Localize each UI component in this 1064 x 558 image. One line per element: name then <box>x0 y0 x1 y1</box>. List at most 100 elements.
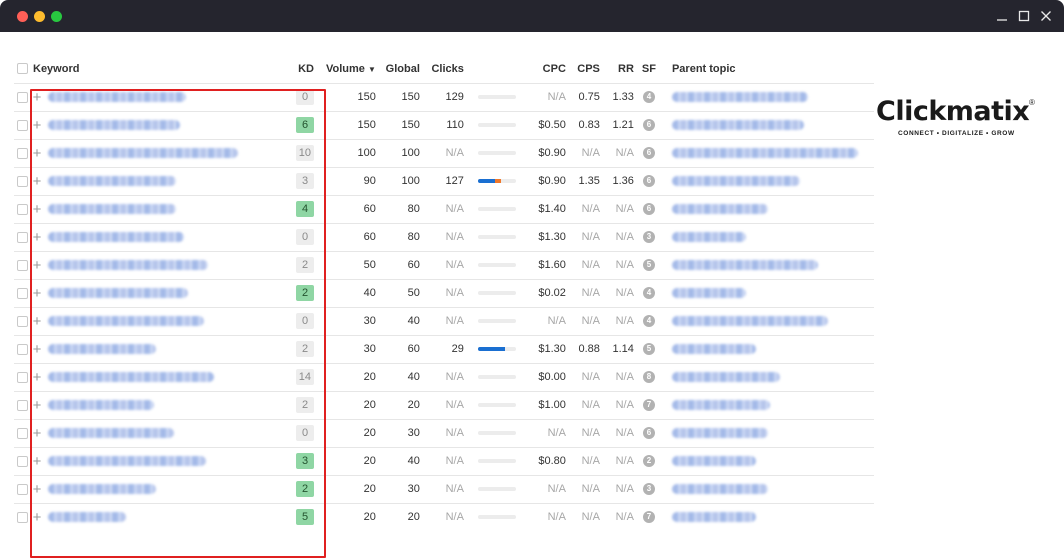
add-keyword-icon[interactable]: + <box>30 502 44 531</box>
table-row[interactable]: +2 40 50 N/A $0.02 N/A N/A 4 <box>14 278 874 307</box>
keyword-link[interactable] <box>44 222 290 251</box>
parent-topic-link[interactable] <box>659 82 874 111</box>
table-row[interactable]: +5 20 20 N/A N/A N/A N/A 7 <box>14 502 874 531</box>
sf-cell[interactable]: 8 <box>637 362 660 391</box>
add-keyword-icon[interactable]: + <box>30 222 44 251</box>
table-row[interactable]: +0 60 80 N/A $1.30 N/A N/A 3 <box>14 222 874 251</box>
add-keyword-icon[interactable]: + <box>30 334 44 363</box>
sf-cell[interactable]: 7 <box>637 502 660 531</box>
sf-cell[interactable]: 5 <box>637 250 660 279</box>
keyword-link[interactable] <box>44 474 290 503</box>
table-row[interactable]: +2 20 30 N/A N/A N/A N/A 3 <box>14 474 874 503</box>
keyword-link[interactable] <box>44 334 290 363</box>
row-checkbox[interactable] <box>14 250 30 279</box>
table-row[interactable]: +2 50 60 N/A $1.60 N/A N/A 5 <box>14 250 874 279</box>
header-sf[interactable]: SF <box>638 55 660 83</box>
row-checkbox[interactable] <box>14 166 30 195</box>
sf-cell[interactable]: 2 <box>637 446 660 475</box>
add-keyword-icon[interactable]: + <box>30 306 44 335</box>
parent-topic-link[interactable] <box>659 334 874 363</box>
parent-topic-link[interactable] <box>659 418 874 447</box>
header-cpc[interactable]: CPC <box>522 55 570 83</box>
sf-cell[interactable]: 3 <box>637 222 660 251</box>
parent-topic-link[interactable] <box>659 110 874 139</box>
minimize-icon[interactable] <box>992 6 1012 26</box>
row-checkbox[interactable] <box>14 82 30 111</box>
sf-cell[interactable]: 4 <box>637 306 660 335</box>
add-keyword-icon[interactable]: + <box>30 82 44 111</box>
header-rr[interactable]: RR <box>604 55 638 83</box>
header-global[interactable]: Global <box>380 55 424 83</box>
keyword-link[interactable] <box>44 278 290 307</box>
row-checkbox[interactable] <box>14 390 30 419</box>
table-row[interactable]: +6 150 150 110 $0.50 0.83 1.21 6 <box>14 110 874 139</box>
parent-topic-link[interactable] <box>659 362 874 391</box>
sf-cell[interactable]: 7 <box>637 390 660 419</box>
row-checkbox[interactable] <box>14 334 30 363</box>
add-keyword-icon[interactable]: + <box>30 362 44 391</box>
sf-cell[interactable]: 5 <box>637 334 660 363</box>
sf-cell[interactable]: 3 <box>637 474 660 503</box>
header-volume[interactable]: Volume ▼ <box>322 55 380 83</box>
close-dot-icon[interactable] <box>17 11 28 22</box>
row-checkbox[interactable] <box>14 138 30 167</box>
add-keyword-icon[interactable]: + <box>30 390 44 419</box>
row-checkbox[interactable] <box>14 110 30 139</box>
row-checkbox[interactable] <box>14 418 30 447</box>
parent-topic-link[interactable] <box>659 278 874 307</box>
sf-cell[interactable]: 6 <box>637 138 660 167</box>
keyword-link[interactable] <box>44 446 290 475</box>
table-row[interactable]: +3 20 40 N/A $0.80 N/A N/A 2 <box>14 446 874 475</box>
header-parent-topic[interactable]: Parent topic <box>660 55 874 83</box>
keyword-link[interactable] <box>44 306 290 335</box>
keyword-link[interactable] <box>44 82 290 111</box>
add-keyword-icon[interactable]: + <box>30 138 44 167</box>
parent-topic-link[interactable] <box>659 250 874 279</box>
add-keyword-icon[interactable]: + <box>30 166 44 195</box>
add-keyword-icon[interactable]: + <box>30 194 44 223</box>
maximize-dot-icon[interactable] <box>51 11 62 22</box>
row-checkbox[interactable] <box>14 222 30 251</box>
add-keyword-icon[interactable]: + <box>30 250 44 279</box>
table-row[interactable]: +14 20 40 N/A $0.00 N/A N/A 8 <box>14 362 874 391</box>
select-all-checkbox[interactable] <box>14 55 30 83</box>
header-keyword[interactable]: Keyword <box>30 55 290 83</box>
minimize-dot-icon[interactable] <box>34 11 45 22</box>
add-keyword-icon[interactable]: + <box>30 446 44 475</box>
parent-topic-link[interactable] <box>659 390 874 419</box>
parent-topic-link[interactable] <box>659 446 874 475</box>
row-checkbox[interactable] <box>14 362 30 391</box>
row-checkbox[interactable] <box>14 306 30 335</box>
parent-topic-link[interactable] <box>659 166 874 195</box>
keyword-link[interactable] <box>44 194 290 223</box>
keyword-link[interactable] <box>44 502 290 531</box>
keyword-link[interactable] <box>44 250 290 279</box>
parent-topic-link[interactable] <box>659 306 874 335</box>
add-keyword-icon[interactable]: + <box>30 110 44 139</box>
keyword-link[interactable] <box>44 390 290 419</box>
parent-topic-link[interactable] <box>659 194 874 223</box>
sf-cell[interactable]: 6 <box>637 166 660 195</box>
keyword-link[interactable] <box>44 418 290 447</box>
sf-cell[interactable]: 6 <box>637 418 660 447</box>
table-row[interactable]: +4 60 80 N/A $1.40 N/A N/A 6 <box>14 194 874 223</box>
add-keyword-icon[interactable]: + <box>30 474 44 503</box>
sf-cell[interactable]: 6 <box>637 194 660 223</box>
add-keyword-icon[interactable]: + <box>30 418 44 447</box>
row-checkbox[interactable] <box>14 194 30 223</box>
parent-topic-link[interactable] <box>659 138 874 167</box>
table-row[interactable]: +3 90 100 127 $0.90 1.35 1.36 6 <box>14 166 874 195</box>
keyword-link[interactable] <box>44 362 290 391</box>
table-row[interactable]: +2 20 20 N/A $1.00 N/A N/A 7 <box>14 390 874 419</box>
add-keyword-icon[interactable]: + <box>30 278 44 307</box>
header-clicks[interactable]: Clicks <box>424 55 468 83</box>
parent-topic-link[interactable] <box>659 502 874 531</box>
table-row[interactable]: +10 100 100 N/A $0.90 N/A N/A 6 <box>14 138 874 167</box>
close-icon[interactable] <box>1036 6 1056 26</box>
maximize-icon[interactable] <box>1014 6 1034 26</box>
row-checkbox[interactable] <box>14 446 30 475</box>
keyword-link[interactable] <box>44 166 290 195</box>
parent-topic-link[interactable] <box>659 222 874 251</box>
table-row[interactable]: +2 30 60 29 $1.30 0.88 1.14 5 <box>14 334 874 363</box>
sf-cell[interactable]: 4 <box>637 278 660 307</box>
